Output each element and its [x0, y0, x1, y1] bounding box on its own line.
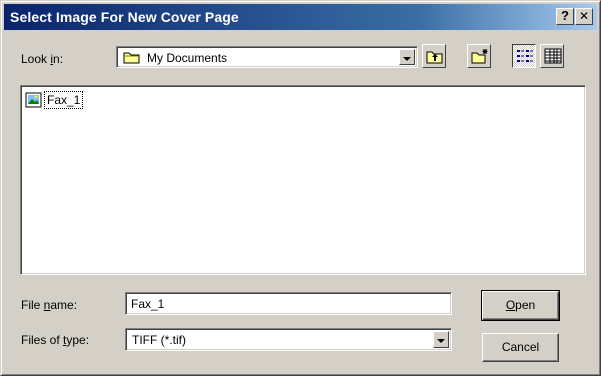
file-name-label-pre: File: [21, 298, 44, 312]
help-icon: ?: [561, 8, 569, 23]
image-file-icon: [25, 92, 42, 108]
open-button-rest: pen: [515, 298, 536, 312]
select-image-dialog: Select Image For New Cover Page ? ✕ Look…: [0, 0, 601, 376]
file-name: Fax_1: [44, 91, 84, 109]
close-icon: ✕: [578, 9, 590, 23]
details-view-button[interactable]: [540, 44, 564, 68]
files-of-type-dropdown[interactable]: TIFF (*.tif): [125, 328, 452, 351]
look-in-label: Look in:: [21, 52, 63, 66]
dialog-title: Select Image For New Cover Page: [10, 9, 239, 25]
look-in-value: My Documents: [147, 51, 228, 65]
open-button-key: O: [505, 298, 516, 312]
look-in-label-pre: Look: [21, 52, 51, 66]
files-of-type-label: Files of type:: [21, 333, 89, 347]
files-of-type-dropdown-button[interactable]: [433, 331, 449, 348]
list-view-button[interactable]: [512, 44, 536, 68]
list-view-icon: [517, 50, 533, 62]
create-new-folder-button[interactable]: [467, 44, 491, 68]
details-view-icon: [544, 48, 562, 64]
look-in-dropdown[interactable]: My Documents: [116, 46, 418, 68]
file-name-label: File name:: [21, 298, 77, 312]
help-button[interactable]: ?: [556, 8, 574, 25]
file-name-value: Fax_1: [131, 297, 165, 311]
file-name-input[interactable]: Fax_1: [125, 292, 452, 315]
cancel-button[interactable]: Cancel: [482, 333, 559, 362]
folder-icon: [123, 52, 140, 64]
look-in-dropdown-button[interactable]: [399, 49, 415, 65]
up-folder-icon: [426, 51, 443, 64]
look-in-label-post: n:: [53, 52, 64, 66]
open-button[interactable]: Open: [481, 290, 560, 321]
files-of-type-value: TIFF (*.tif): [132, 333, 186, 347]
files-of-type-label-pre: Files of: [21, 333, 64, 347]
close-button[interactable]: ✕: [575, 8, 593, 25]
title-bar[interactable]: Select Image For New Cover Page ? ✕: [4, 4, 597, 30]
file-name-label-post: ame:: [50, 298, 78, 312]
up-one-level-button[interactable]: [422, 44, 446, 68]
new-folder-icon: [471, 49, 488, 64]
file-list[interactable]: Fax_1: [20, 85, 586, 275]
files-of-type-label-post: ype:: [66, 333, 90, 347]
